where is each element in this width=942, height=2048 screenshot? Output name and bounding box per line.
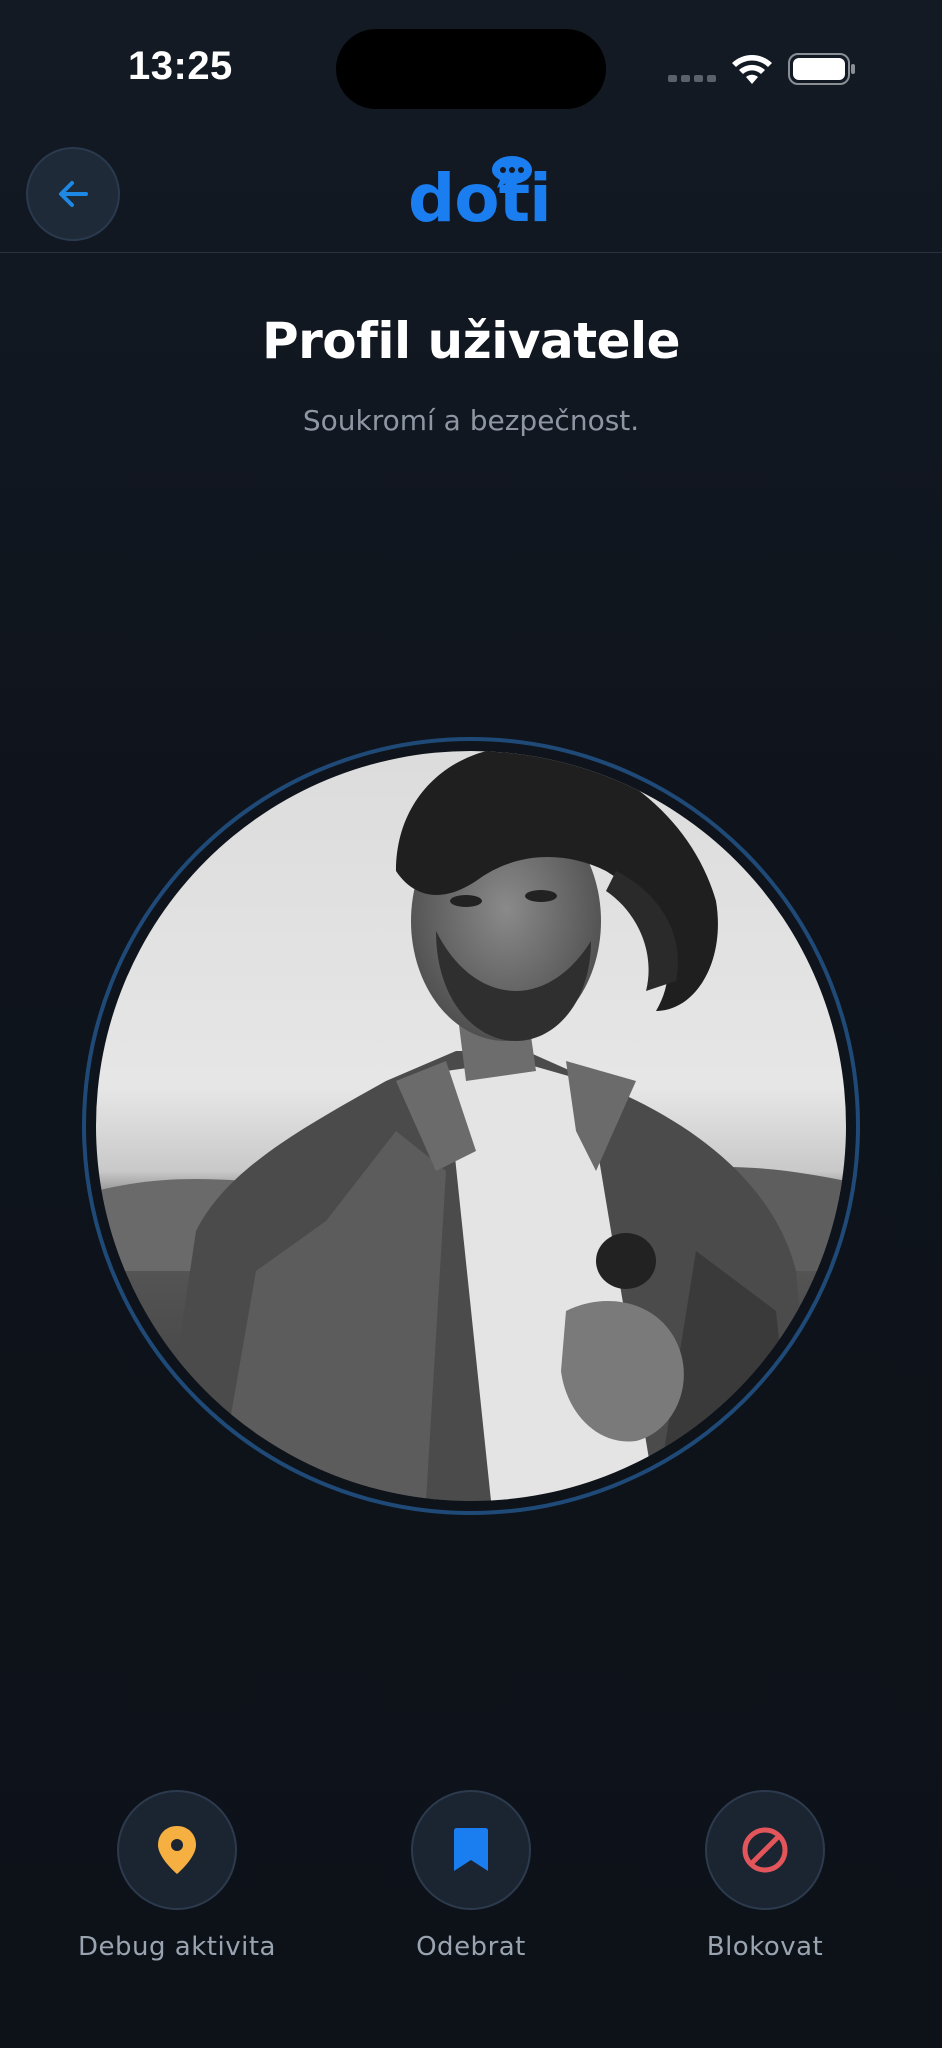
top-navigation-bar: doti [0, 140, 942, 253]
remove-action[interactable]: Odebrat [351, 1790, 591, 1962]
back-button[interactable] [26, 147, 120, 241]
block-action[interactable]: Blokovat [645, 1790, 885, 1962]
debug-activity-action[interactable]: Debug aktivita [57, 1790, 297, 1962]
profile-photo-frame [82, 737, 860, 1515]
arrow-left-icon [59, 181, 88, 207]
bookmark-icon [454, 1828, 488, 1871]
status-time: 13:25 [128, 44, 233, 88]
cellular-signal-icon [668, 75, 716, 82]
debug-activity-button[interactable] [117, 1790, 237, 1910]
remove-button[interactable] [411, 1790, 531, 1910]
dynamic-island [336, 29, 606, 109]
debug-activity-label: Debug aktivita [78, 1932, 276, 1962]
block-button[interactable] [705, 1790, 825, 1910]
profile-photo [96, 751, 846, 1501]
page-title: Profil uživatele [261, 312, 681, 370]
wifi-icon [732, 55, 772, 84]
block-icon [742, 1827, 788, 1873]
status-bar: 13:25 [0, 0, 942, 140]
doti-logo: doti [408, 146, 552, 242]
location-pin-icon [158, 1826, 196, 1874]
page-subtitle: Soukromí a bezpečnost. [302, 404, 640, 437]
profile-actions: Debug aktivita Odebrat Blokovat [0, 1790, 942, 1990]
battery-icon [788, 53, 855, 85]
chat-bubble-icon [492, 156, 532, 188]
remove-label: Odebrat [416, 1932, 526, 1962]
block-label: Blokovat [706, 1932, 824, 1962]
